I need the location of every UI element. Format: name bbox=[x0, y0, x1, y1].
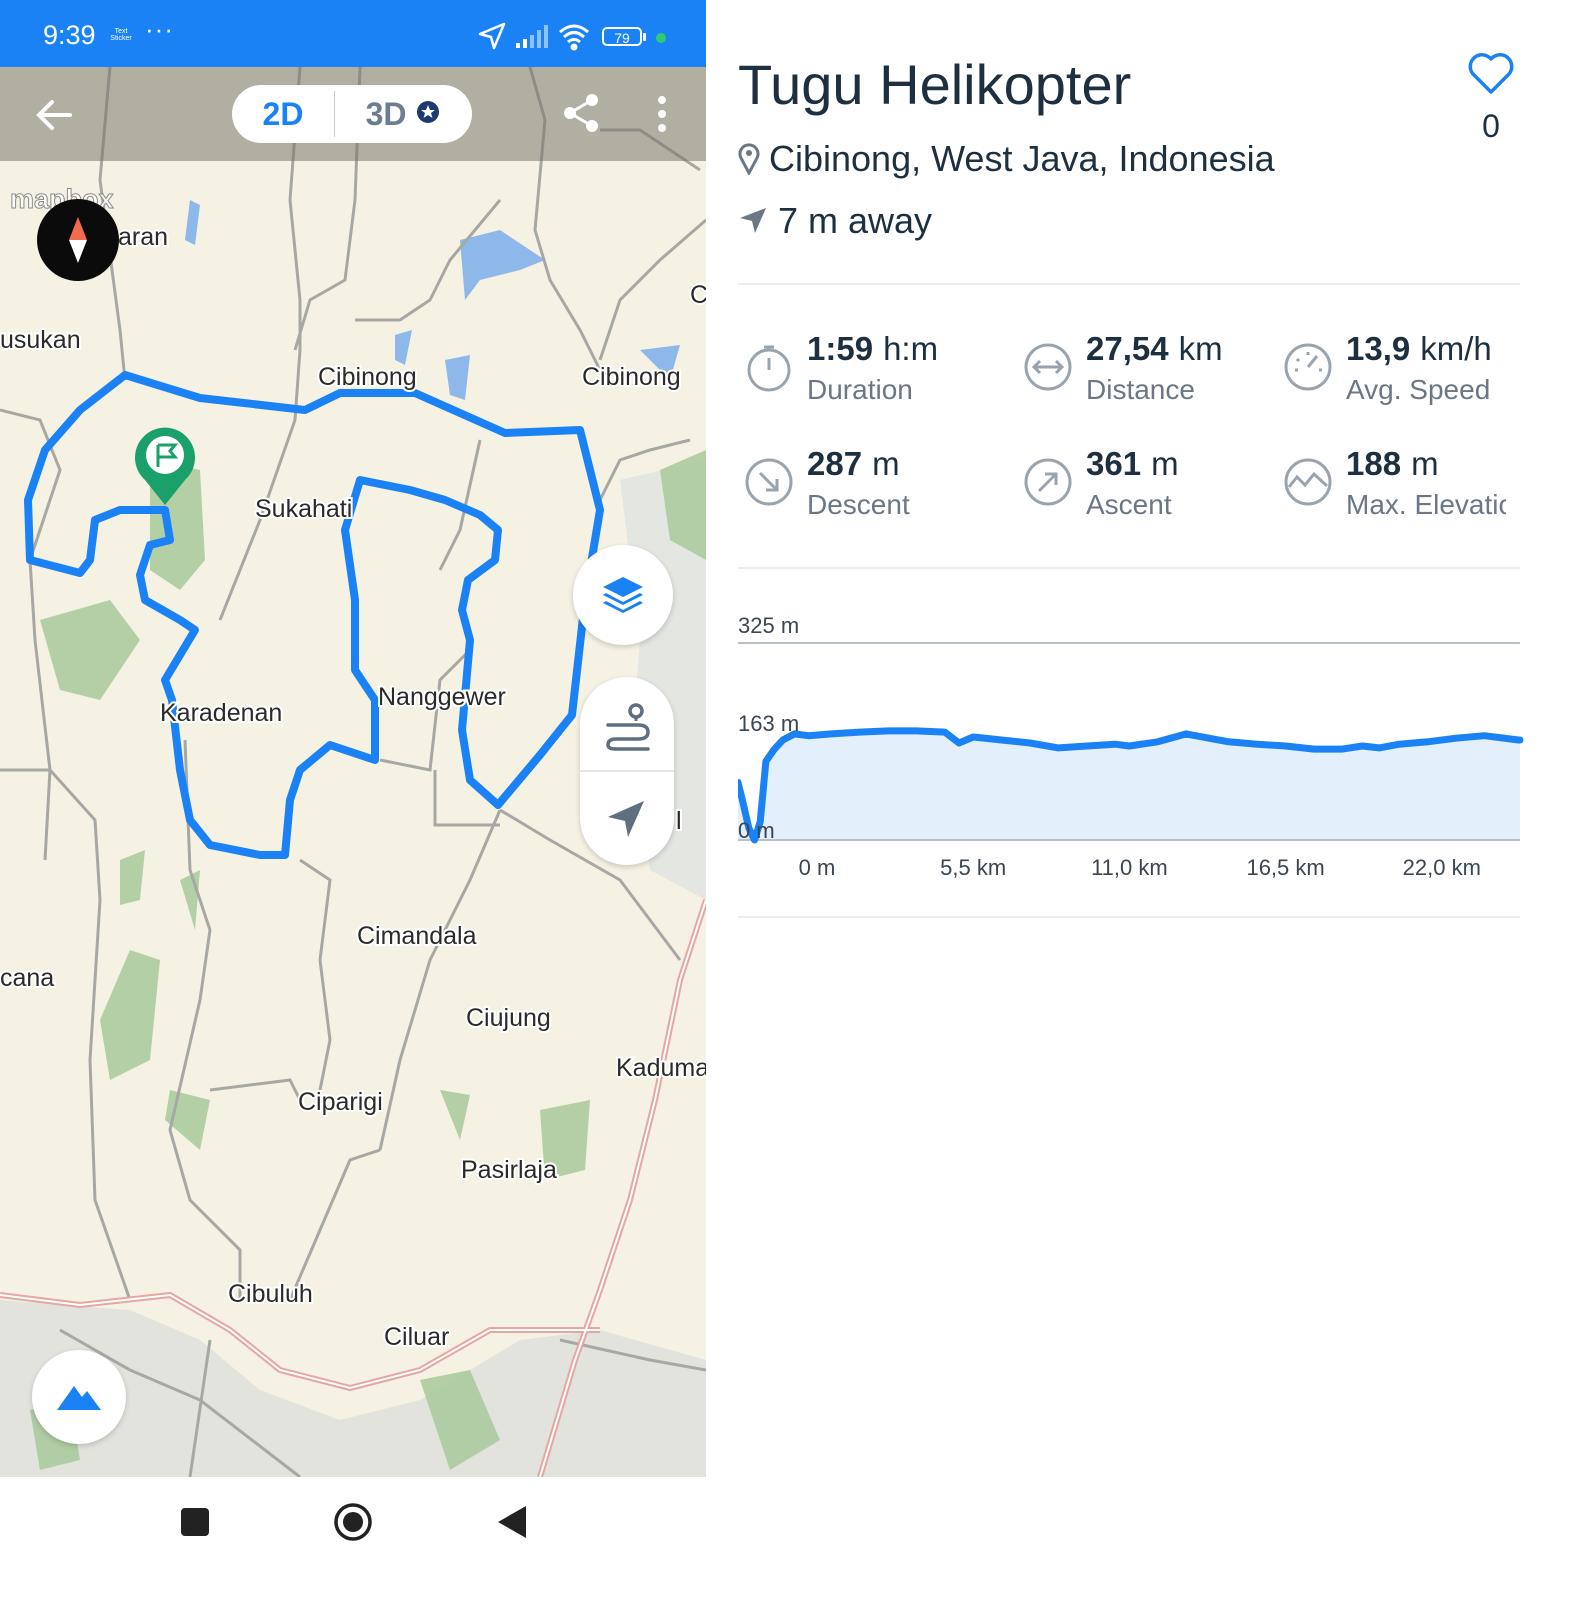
stat-duration: 1:59 h:m Duration bbox=[744, 330, 1004, 420]
stat-unit: km bbox=[1178, 330, 1223, 367]
view-2d-button[interactable]: 2D bbox=[232, 85, 334, 143]
likes-count: 0 bbox=[1482, 108, 1500, 144]
stat-value: 27,54 bbox=[1086, 330, 1169, 367]
distance-arrows-icon bbox=[1024, 343, 1072, 391]
view-mode-toggle: 2D 3D bbox=[232, 85, 472, 143]
place-label: Nanggewer bbox=[378, 683, 506, 711]
stat-unit: km/h bbox=[1420, 330, 1492, 367]
stat-distance: 27,54 km Distance bbox=[1023, 330, 1283, 420]
battery-icon: 79 bbox=[602, 27, 642, 46]
heart-icon[interactable] bbox=[1466, 48, 1516, 98]
map-screen: aran usukan Cibinong Cibinong C Sukahati… bbox=[0, 0, 706, 1600]
place-label: C bbox=[690, 281, 706, 309]
location-text: Cibinong, West Java, Indonesia bbox=[769, 138, 1275, 179]
terrain-button[interactable] bbox=[32, 1350, 126, 1444]
place-label: aran bbox=[118, 223, 168, 251]
x-tick-label: 5,5 km bbox=[940, 855, 1006, 880]
stat-unit: m bbox=[1151, 445, 1179, 482]
back-triangle-icon[interactable] bbox=[496, 1504, 528, 1540]
stat-unit: m bbox=[872, 445, 900, 482]
privacy-indicator bbox=[656, 33, 666, 43]
place-label: Ciluar bbox=[384, 1323, 449, 1351]
stopwatch-icon bbox=[747, 345, 791, 392]
share-icon[interactable] bbox=[560, 92, 602, 134]
stat-label: Distance bbox=[1086, 374, 1195, 405]
more-vert-icon[interactable] bbox=[652, 94, 672, 134]
layers-icon bbox=[603, 577, 643, 613]
system-navigation-bar bbox=[0, 1477, 706, 1600]
elevation-profile-chart[interactable]: 325 m 163 m 0 m 0 m 5,5 km 11,0 km 16,5 km 22,0… bbox=[738, 600, 1538, 890]
place-label: Cimandala bbox=[357, 922, 477, 950]
status-icons bbox=[478, 22, 589, 51]
stat-unit: h:m bbox=[883, 330, 939, 367]
wifi-icon bbox=[559, 24, 589, 51]
divider bbox=[738, 916, 1520, 918]
place-label: l bbox=[676, 807, 682, 835]
speedometer-icon bbox=[1284, 343, 1332, 391]
descent-arrow-icon bbox=[745, 458, 793, 506]
stat-value: 287 bbox=[807, 445, 863, 482]
ascent-arrow-icon bbox=[1024, 458, 1072, 506]
map-pin-icon bbox=[738, 143, 760, 175]
x-tick-label: 11,0 km bbox=[1091, 855, 1168, 880]
place-label: Cibuluh bbox=[228, 1280, 313, 1308]
y-tick-label: 163 m bbox=[738, 711, 799, 736]
stat-label: Max. Elevatio bbox=[1346, 489, 1506, 520]
route-planner-icon[interactable] bbox=[580, 677, 674, 771]
back-arrow-icon[interactable] bbox=[30, 90, 80, 140]
my-location-arrow-icon[interactable] bbox=[580, 771, 674, 865]
page-title: Tugu Helikopter bbox=[738, 53, 1132, 116]
stat-label: Ascent bbox=[1086, 489, 1172, 520]
stat-value: 188 bbox=[1346, 445, 1402, 482]
view-3d-label: 3D bbox=[365, 96, 407, 132]
navigation-arrow-icon bbox=[740, 208, 766, 233]
place-label: Cibinong bbox=[582, 363, 681, 391]
divider bbox=[738, 567, 1520, 569]
signal-icon bbox=[516, 25, 548, 48]
home-icon[interactable] bbox=[332, 1501, 374, 1543]
compass-icon[interactable] bbox=[37, 199, 119, 281]
place-label: Ciparigi bbox=[298, 1088, 383, 1116]
stat-value: 1:59 bbox=[807, 330, 874, 367]
place-label: Sukahati bbox=[255, 495, 352, 523]
recent-apps-icon[interactable] bbox=[180, 1507, 210, 1537]
sticker-notification: Text Sticker bbox=[110, 28, 132, 42]
x-tick-label: 22,0 km bbox=[1403, 855, 1481, 880]
place-label: Ciujung bbox=[466, 1004, 551, 1032]
location-arrow-icon bbox=[478, 22, 506, 50]
stat-label: Descent bbox=[807, 489, 910, 520]
place-label: Karadenan bbox=[160, 699, 282, 727]
place-label: Kaduma bbox=[616, 1054, 706, 1082]
place-label: Pasirlaja bbox=[461, 1156, 557, 1184]
place-label: usukan bbox=[0, 326, 81, 354]
clock: 9:39 bbox=[43, 20, 96, 50]
x-tick-label: 16,5 km bbox=[1246, 855, 1324, 880]
stat-unit: m bbox=[1411, 445, 1439, 482]
x-tick-label: 0 m bbox=[799, 855, 836, 880]
y-tick-label: 325 m bbox=[738, 613, 799, 638]
y-tick-label: 0 m bbox=[738, 818, 775, 843]
distance-away: 7 m away bbox=[778, 200, 933, 241]
stat-max-elevation: 188 m Max. Elevatio bbox=[1283, 445, 1543, 535]
premium-badge-icon bbox=[417, 101, 440, 123]
divider bbox=[738, 283, 1520, 285]
elevation-peak-icon bbox=[1284, 458, 1332, 506]
place-label: Cibinong bbox=[318, 363, 417, 391]
stat-avg-speed: 13,9 km/h Avg. Speed bbox=[1283, 330, 1543, 420]
stat-value: 13,9 bbox=[1346, 330, 1411, 367]
stat-value: 361 bbox=[1086, 445, 1142, 482]
layers-button[interactable] bbox=[573, 545, 673, 645]
tour-detail-panel: Tugu Helikopter 0 Cibinong, West Java, I… bbox=[706, 0, 1574, 1600]
mountain-icon bbox=[57, 1386, 101, 1410]
stat-descent: 287 m Descent bbox=[744, 445, 1004, 535]
status-bar: 9:39 Text Sticker ··· 79 bbox=[0, 0, 706, 67]
view-3d-button[interactable]: 3D bbox=[335, 85, 472, 143]
battery-tip bbox=[643, 33, 646, 41]
more-notifications: ··· bbox=[145, 14, 174, 44]
stat-label: Avg. Speed bbox=[1346, 374, 1491, 405]
stat-label: Duration bbox=[807, 374, 913, 405]
place-label: cana bbox=[0, 964, 54, 992]
stat-ascent: 361 m Ascent bbox=[1023, 445, 1283, 535]
